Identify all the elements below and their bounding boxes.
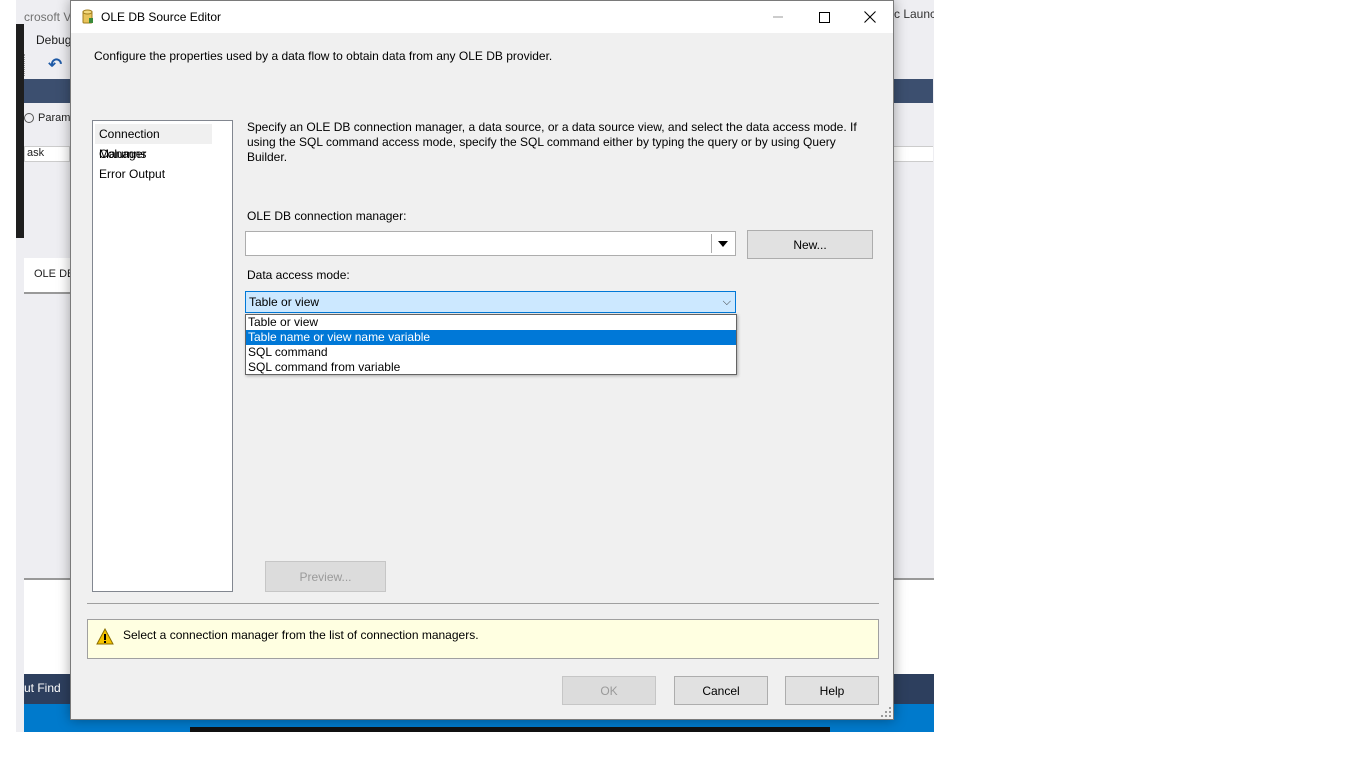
close-button[interactable]: [847, 1, 893, 33]
undo-icon[interactable]: ↶: [48, 55, 62, 75]
background-status-text: ut Find: [24, 681, 61, 695]
database-icon: [82, 9, 93, 24]
background-task-field[interactable]: ask: [24, 146, 70, 162]
combobox-dropdown-button[interactable]: [711, 234, 733, 253]
background-menu-debug[interactable]: Debug: [36, 33, 71, 47]
close-icon: [864, 11, 876, 23]
nav-item-connection-manager[interactable]: Connection Manager: [95, 124, 212, 161]
minimize-button[interactable]: [755, 1, 801, 33]
page-navigation-list: Connection Manager Columns Error Output: [92, 120, 233, 592]
maximize-button[interactable]: [801, 1, 847, 33]
dialog-title: OLE DB Source Editor: [101, 10, 222, 24]
option-table-name-variable[interactable]: Table name or view name variable: [246, 330, 736, 345]
connection-manager-label: OLE DB connection manager:: [247, 209, 407, 223]
warning-icon: [96, 628, 114, 645]
background-taskbar-strip: [190, 727, 830, 732]
access-mode-select[interactable]: Table or view ⌵: [245, 291, 736, 313]
background-toolbar-separator: [24, 54, 34, 76]
nav-item-columns[interactable]: Columns: [93, 144, 232, 164]
dialog-titlebar[interactable]: OLE DB Source Editor: [71, 1, 893, 33]
minimize-icon: [773, 16, 783, 18]
access-mode-value: Table or view: [249, 295, 320, 309]
option-table-or-view[interactable]: Table or view: [246, 315, 736, 330]
background-dark-bar: [24, 79, 70, 103]
background-param-tab[interactable]: Param: [24, 112, 70, 124]
background-task-field-right: [894, 146, 933, 162]
background-title-right: c Launc: [894, 7, 934, 21]
info-text: Specify an OLE DB connection manager, a …: [247, 120, 857, 164]
background-oledb-tab[interactable]: OLE DB: [24, 258, 70, 294]
resize-grip-icon[interactable]: [881, 707, 891, 717]
maximize-icon: [818, 11, 830, 23]
dialog-description: Configure the properties used by a data …: [94, 49, 553, 63]
new-connection-button[interactable]: New...: [747, 230, 873, 259]
ole-db-source-editor-dialog: OLE DB Source Editor Configure the prope…: [70, 0, 894, 720]
warning-message-panel: Select a connection manager from the lis…: [87, 619, 879, 659]
background-left-strip: [16, 24, 24, 238]
access-mode-label: Data access mode:: [247, 268, 350, 282]
option-sql-command-variable[interactable]: SQL command from variable: [246, 360, 736, 375]
chevron-down-icon: ⌵: [722, 296, 731, 308]
param-icon: [24, 113, 34, 124]
background-dark-bar-right: [894, 79, 933, 103]
background-param-label: Param: [38, 112, 71, 124]
nav-item-error-output[interactable]: Error Output: [93, 164, 232, 184]
ok-button[interactable]: OK: [562, 676, 656, 705]
footer-separator: [87, 603, 879, 604]
triangle-down-icon: [717, 240, 728, 247]
option-sql-command[interactable]: SQL command: [246, 345, 736, 360]
background-title-left: crosoft V: [24, 10, 72, 24]
warning-text: Select a connection manager from the lis…: [123, 628, 479, 642]
cancel-button[interactable]: Cancel: [674, 676, 768, 705]
preview-button[interactable]: Preview...: [265, 561, 386, 592]
help-button[interactable]: Help: [785, 676, 879, 705]
access-mode-dropdown-list: Table or view Table name or view name va…: [245, 314, 737, 375]
connection-manager-combobox[interactable]: [245, 231, 736, 256]
